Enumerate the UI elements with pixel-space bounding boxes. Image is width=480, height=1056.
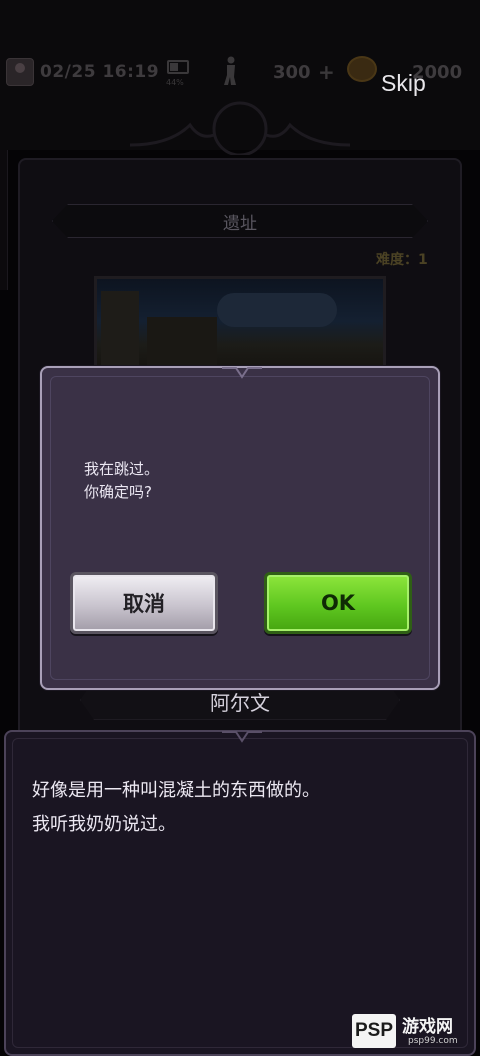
skip-confirm-dialog: 我在跳过。 你确定吗? 取消 OK bbox=[40, 366, 440, 690]
site-watermark: PSP 游戏网 psp99.com bbox=[352, 1010, 476, 1052]
ornament-frame-icon bbox=[130, 101, 350, 155]
coin-icon bbox=[347, 56, 377, 82]
ok-button[interactable]: OK bbox=[264, 572, 412, 634]
dialog-message: 我在跳过。 你确定吗? bbox=[84, 458, 159, 504]
story-text-box[interactable]: 好像是用一种叫混凝土的东西做的。 我听我奶奶说过。 bbox=[4, 730, 476, 1056]
datetime-text: 02/25 16:19 bbox=[40, 62, 160, 82]
dialog-inner-frame bbox=[50, 376, 430, 680]
battery-icon bbox=[167, 60, 189, 74]
dialog-message-line2: 你确定吗? bbox=[84, 483, 152, 501]
story-line2: 我听我奶奶说过。 bbox=[32, 814, 176, 835]
left-edge-panel bbox=[0, 150, 8, 290]
character-figure-icon bbox=[224, 56, 236, 85]
battery-percent: 44% bbox=[166, 78, 184, 87]
story-notch-icon bbox=[222, 731, 262, 743]
story-line1: 好像是用一种叫混凝土的东西做的。 bbox=[32, 780, 320, 801]
watermark-url: psp99.com bbox=[408, 1036, 458, 1046]
difficulty-label: 难度：1 bbox=[376, 252, 428, 268]
watermark-name: 游戏网 bbox=[402, 1017, 453, 1037]
watermark-logo: PSP bbox=[352, 1014, 396, 1048]
skip-button[interactable]: Skip bbox=[381, 70, 426, 97]
player-avatar[interactable] bbox=[6, 58, 34, 86]
plus-icon[interactable]: + bbox=[318, 60, 335, 84]
location-scene-image bbox=[94, 276, 386, 376]
story-text: 好像是用一种叫混凝土的东西做的。 我听我奶奶说过。 bbox=[32, 774, 462, 842]
location-title: 遗址 bbox=[223, 214, 257, 234]
dialog-message-line1: 我在跳过。 bbox=[84, 460, 160, 478]
currency-amount-1: 300 bbox=[273, 62, 311, 83]
character-name: 阿尔文 bbox=[210, 691, 270, 715]
dialog-notch-icon bbox=[222, 367, 262, 379]
cancel-button[interactable]: 取消 bbox=[70, 572, 218, 634]
